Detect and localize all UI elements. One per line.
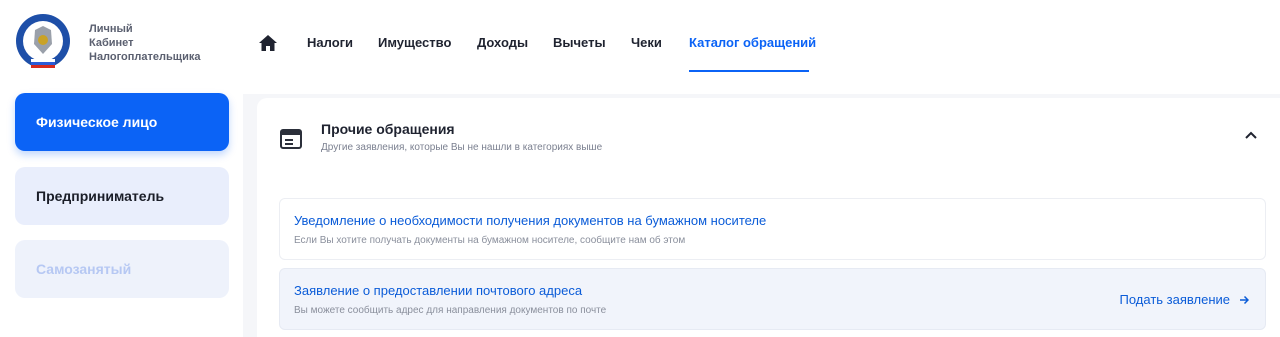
nav-property[interactable]: Имущество (378, 35, 451, 50)
fns-emblem-icon (16, 14, 70, 68)
home-icon[interactable] (258, 33, 278, 53)
nav-active-underline (689, 70, 809, 72)
top-nav: Налоги Имущество Доходы Вычеты Чеки Ката… (243, 0, 1280, 94)
appeal-item-postal-address[interactable]: Заявление о предоставлении почтового адр… (279, 268, 1266, 330)
brand-line2: Кабинет (89, 37, 134, 49)
chevron-up-icon[interactable] (1244, 130, 1258, 140)
appeal-item-subtitle: Если Вы хотите получать документы на бум… (294, 235, 686, 246)
sidebar: Личный Кабинет Налогоплательщика Физичес… (0, 0, 243, 337)
nav-taxes[interactable]: Налоги (307, 35, 353, 50)
nav-deductions[interactable]: Вычеты (553, 35, 606, 50)
submit-application-label: Подать заявление (1119, 292, 1230, 307)
nav-receipts[interactable]: Чеки (631, 35, 662, 50)
appeal-item-title[interactable]: Заявление о предоставлении почтового адр… (294, 283, 582, 298)
brand-line3: Налогоплательщика (89, 51, 201, 63)
brand-title: Личный Кабинет Налогоплательщика (89, 22, 219, 64)
submit-application-link[interactable]: Подать заявление (1120, 292, 1249, 307)
brand-line1: Личный (89, 23, 133, 35)
arrow-right-icon (1240, 295, 1249, 304)
category-title: Прочие обращения (321, 121, 455, 137)
role-self-employed-button[interactable]: Самозанятый (15, 240, 229, 298)
nav-appeals-catalog[interactable]: Каталог обращений (689, 35, 816, 50)
appeal-item-subtitle: Вы можете сообщить адрес для направления… (294, 305, 607, 316)
category-subtitle: Другие заявления, которые Вы не нашли в … (321, 142, 603, 153)
role-individual-button[interactable]: Физическое лицо (15, 93, 229, 151)
appeal-item-title[interactable]: Уведомление о необходимости получения до… (294, 213, 766, 228)
nav-income[interactable]: Доходы (477, 35, 528, 50)
appeal-item-paper-documents[interactable]: Уведомление о необходимости получения до… (279, 198, 1266, 260)
logo-link[interactable]: Личный Кабинет Налогоплательщика (14, 12, 219, 72)
cabinet-icon (280, 129, 302, 149)
appeals-panel: Прочие обращения Другие заявления, котор… (257, 98, 1280, 337)
role-entrepreneur-button[interactable]: Предприниматель (15, 167, 229, 225)
